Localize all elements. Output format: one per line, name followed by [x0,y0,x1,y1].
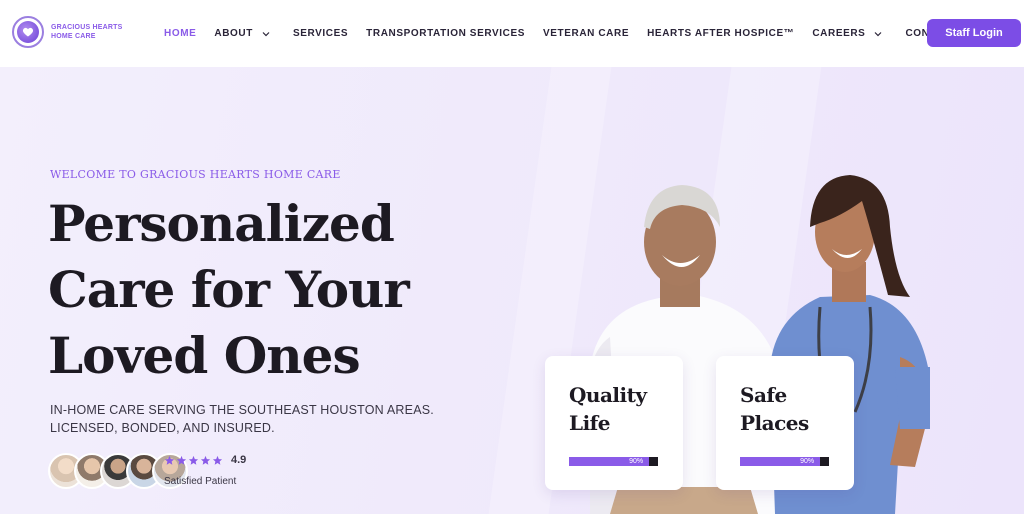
subtext-line-2: LICENSED, BONDED, AND INSURED. [50,421,275,435]
headline-line-3: Loved Ones [48,326,361,385]
nav-item-transportation-services[interactable]: TRANSPORTATION SERVICES [366,28,525,39]
hero-subtext: IN-HOME CARE SERVING THE SOUTHEAST HOUST… [50,401,434,437]
card-title-line-1: Quality [569,383,647,407]
safe-places-card: Safe Places 90% [716,356,854,490]
progress-bar: 90% [740,457,829,466]
nav-item-label: CAREERS [812,28,866,39]
nav-item-services[interactable]: SERVICES [293,28,348,39]
brand-name-line2: HOME CARE [51,33,96,40]
satisfied-patient-label: Satisfied Patient [164,476,237,487]
nav-item-label: HOME [164,28,197,39]
logo-emblem-icon [12,16,44,48]
nav-item-label: TRANSPORTATION SERVICES [366,28,525,39]
nav-item-veteran-care[interactable]: VETERAN CARE [543,28,629,39]
nav-item-home[interactable]: HOME [164,28,196,39]
chevron-down-icon [262,31,270,36]
card-title-line-2: Places [740,411,809,435]
quality-life-card: Quality Life 90% [545,356,683,490]
progress-bar: 90% [569,457,658,466]
brand-name: GRACIOUS HEARTS HOME CARE [51,23,122,41]
card-title: Safe Places [740,381,809,437]
headline-line-2: Care for Your [48,260,410,319]
star-icon [188,455,199,465]
nav-item-careers[interactable]: CAREERS [812,28,883,39]
nav-item-label: SERVICES [292,28,349,39]
chevron-down-icon [875,31,882,36]
card-title-line-2: Life [569,411,611,435]
nav-item-label: ABOUT [214,28,253,39]
patient-avatars [48,453,188,489]
progress-label: 90% [800,458,815,465]
site-header: GRACIOUS HEARTS HOME CARE HOME ABOUT SER… [0,0,1024,67]
card-title-line-1: Safe [740,383,787,407]
headline-line-1: Personalized [48,194,395,253]
star-icon [200,455,211,465]
hero-section: WELCOME TO GRACIOUS HEARTS HOME CARE Per… [0,67,1024,514]
rating-stars [164,455,223,466]
star-icon [176,455,187,465]
subtext-line-1: IN-HOME CARE SERVING THE SOUTHEAST HOUST… [50,403,434,417]
staff-login-button[interactable]: Staff Login [927,19,1021,47]
nav-item-label: VETERAN CARE [543,28,630,39]
hero-headline: Personalized Care for Your Loved Ones [48,191,468,389]
nav-item-label: HEARTS AFTER HOSPICE™ [647,28,795,39]
nav-item-hearts-after-hospice[interactable]: HEARTS AFTER HOSPICE™ [647,28,794,39]
progress-label: 90% [629,458,644,465]
main-nav: HOME ABOUT SERVICES TRANSPORTATION SERVI… [164,0,994,67]
welcome-tagline: WELCOME TO GRACIOUS HEARTS HOME CARE [50,168,341,181]
card-title: Quality Life [569,381,647,437]
star-icon [212,455,223,465]
brand-logo[interactable]: GRACIOUS HEARTS HOME CARE [12,16,122,48]
star-icon [164,455,175,465]
rating-value: 4.9 [231,454,247,466]
brand-name-line1: GRACIOUS HEARTS [51,24,123,31]
nav-item-about[interactable]: ABOUT [214,28,271,39]
